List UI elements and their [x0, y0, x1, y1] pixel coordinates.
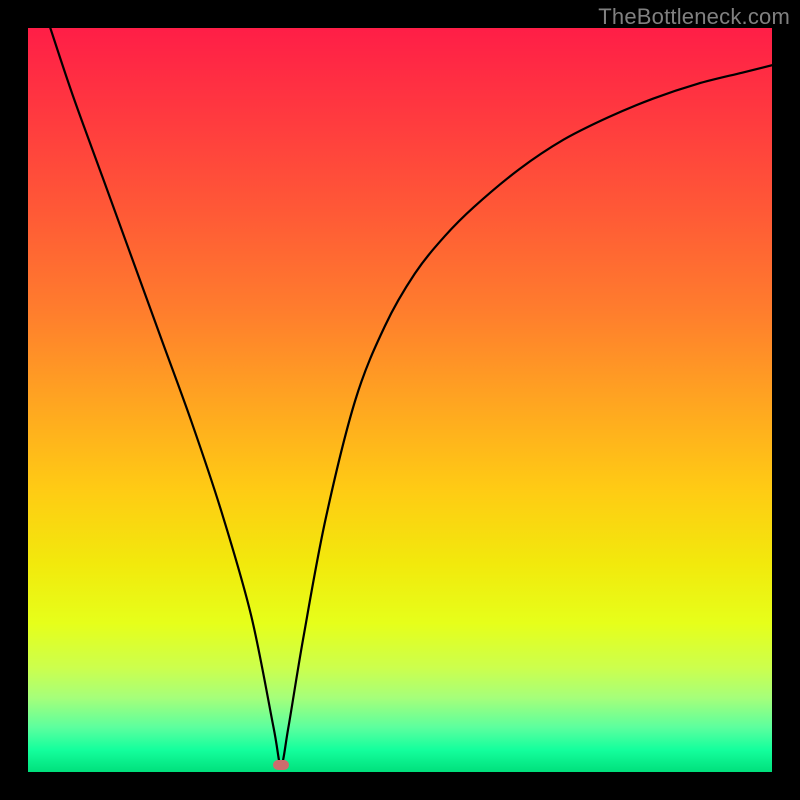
watermark-text: TheBottleneck.com [598, 4, 790, 30]
optimal-point-marker [273, 760, 289, 770]
chart-frame: TheBottleneck.com [0, 0, 800, 800]
plot-area [28, 28, 772, 772]
curve-svg [28, 28, 772, 772]
bottleneck-curve [50, 28, 772, 765]
